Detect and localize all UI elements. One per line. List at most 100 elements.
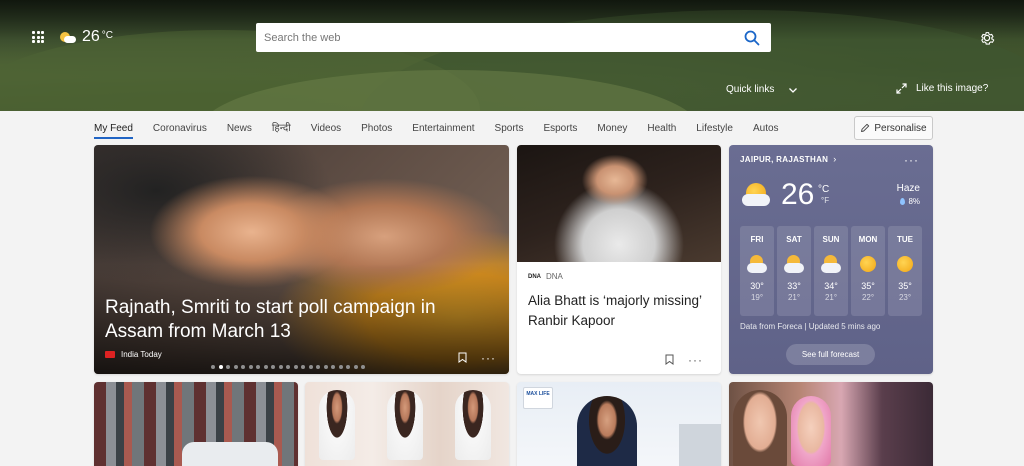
news-card-image <box>517 145 721 262</box>
hero-news-title[interactable]: Rajnath, Smriti to start poll campaign i… <box>105 296 485 344</box>
more-options-icon[interactable]: ··· <box>481 352 496 364</box>
news-card-image <box>733 390 787 466</box>
publisher-logo-icon: DNA <box>528 273 541 280</box>
temperature-units[interactable]: °C °F <box>818 184 829 206</box>
search-input[interactable] <box>264 31 743 44</box>
more-options-icon[interactable]: ··· <box>904 153 919 167</box>
tab-news[interactable]: News <box>227 117 252 141</box>
publisher-logo-icon: MAX LIFE <box>523 387 553 409</box>
carousel-dot[interactable] <box>256 365 260 369</box>
forecast-day[interactable]: SUN 34° 21° <box>814 226 848 316</box>
feed-navigation: My Feed Coronavirus News हिन्दी Videos P… <box>94 117 799 141</box>
pencil-icon <box>861 123 870 132</box>
header-temperature-unit: °C <box>101 30 114 41</box>
carousel-dot[interactable] <box>323 365 328 369</box>
news-card-scrapyard[interactable] <box>94 382 298 466</box>
search-icon[interactable] <box>743 29 761 47</box>
news-card-source-name: DNA <box>546 272 563 281</box>
partly-cloudy-icon <box>742 183 772 207</box>
unit-celsius[interactable]: °C <box>818 184 829 195</box>
news-card-title[interactable]: Alia Bhatt is ‘majorly missing’ Ranbir K… <box>528 291 718 331</box>
news-card-image <box>319 390 355 460</box>
forecast-day-name: SUN <box>822 235 840 244</box>
news-card-video[interactable]: MAX LIFE <box>517 382 721 466</box>
carousel-dot[interactable] <box>361 365 365 369</box>
carousel-dot[interactable] <box>308 365 313 369</box>
carousel-dot[interactable] <box>293 365 298 369</box>
publisher-logo-icon <box>105 351 115 358</box>
personalise-button[interactable]: Personalise <box>854 116 933 140</box>
tab-entertainment[interactable]: Entertainment <box>412 117 474 141</box>
tab-money[interactable]: Money <box>597 117 627 141</box>
tab-videos[interactable]: Videos <box>311 117 341 141</box>
carousel-dot[interactable] <box>286 365 290 369</box>
header-weather[interactable]: 26 °C <box>60 28 113 46</box>
news-card-family[interactable] <box>729 382 933 466</box>
hero-news-source: India Today <box>105 350 162 359</box>
weather-location-name: JAIPUR, RAJASTHAN <box>740 154 829 164</box>
tab-my-feed[interactable]: My Feed <box>94 117 133 141</box>
chevron-down-icon <box>789 87 798 93</box>
forecast-day[interactable]: SAT 33° 21° <box>777 226 811 316</box>
weather-location[interactable]: JAIPUR, RAJASTHAN › <box>740 154 837 164</box>
expand-icon <box>896 83 907 94</box>
carousel-dot[interactable] <box>346 365 350 369</box>
forecast-low: 21° <box>824 293 838 302</box>
tab-hindi[interactable]: हिन्दी <box>272 117 291 141</box>
carousel-dot[interactable] <box>233 365 238 369</box>
carousel-indicator[interactable] <box>211 365 365 369</box>
forecast-day[interactable]: TUE 35° 23° <box>888 226 922 316</box>
bookmark-icon[interactable] <box>665 354 674 365</box>
partly-cloudy-icon <box>784 254 804 274</box>
carousel-dot[interactable] <box>263 365 268 369</box>
forecast-high: 30° <box>750 281 764 291</box>
forecast-day[interactable]: MON 35° 22° <box>851 226 885 316</box>
news-card-gallery[interactable] <box>305 382 509 466</box>
carousel-dot[interactable] <box>278 365 283 369</box>
search-bar[interactable] <box>256 23 771 52</box>
news-card-image <box>577 396 637 466</box>
like-image-link[interactable]: Like this image? <box>896 83 988 94</box>
carousel-dot[interactable] <box>316 365 320 369</box>
hero-news-card[interactable]: Rajnath, Smriti to start poll campaign i… <box>94 145 509 374</box>
news-card[interactable]: DNA DNA Alia Bhatt is ‘majorly missing’ … <box>517 145 721 374</box>
tab-photos[interactable]: Photos <box>361 117 392 141</box>
tab-sports[interactable]: Sports <box>495 117 524 141</box>
carousel-dot[interactable] <box>271 365 275 369</box>
carousel-dot[interactable] <box>353 365 358 369</box>
carousel-dot[interactable] <box>211 365 215 369</box>
tab-lifestyle[interactable]: Lifestyle <box>696 117 733 141</box>
humidity-value: 8% <box>908 197 920 206</box>
tab-health[interactable]: Health <box>647 117 676 141</box>
personalise-label: Personalise <box>874 122 927 134</box>
tab-esports[interactable]: Esports <box>543 117 577 141</box>
app-launcher-icon[interactable] <box>32 31 44 43</box>
weather-humidity: 8% <box>900 197 920 206</box>
news-card-image <box>182 442 278 466</box>
quick-links-toggle[interactable]: Quick links <box>726 84 798 95</box>
forecast-high: 34° <box>824 281 838 291</box>
more-options-icon[interactable]: ··· <box>688 354 703 366</box>
tab-coronavirus[interactable]: Coronavirus <box>153 117 207 141</box>
see-full-forecast-button[interactable]: See full forecast <box>786 344 875 365</box>
chevron-right-icon: › <box>833 154 837 164</box>
partly-cloudy-icon <box>821 254 841 274</box>
news-card-source: DNA DNA <box>528 272 563 281</box>
unit-fahrenheit[interactable]: °F <box>821 195 829 206</box>
forecast-day-name: TUE <box>897 235 913 244</box>
carousel-dot[interactable] <box>248 365 253 369</box>
partly-cloudy-icon <box>747 254 767 274</box>
header-background-image <box>0 0 1024 111</box>
tab-autos[interactable]: Autos <box>753 117 779 141</box>
carousel-dot[interactable] <box>218 365 223 369</box>
forecast-low: 19° <box>750 293 764 302</box>
carousel-dot[interactable] <box>241 365 245 369</box>
gear-icon[interactable] <box>978 29 996 47</box>
carousel-dot[interactable] <box>301 365 305 369</box>
bookmark-icon[interactable] <box>458 352 467 363</box>
weather-card[interactable]: JAIPUR, RAJASTHAN › ··· 26 °C °F Haze 8%… <box>729 145 933 374</box>
carousel-dot[interactable] <box>338 365 343 369</box>
carousel-dot[interactable] <box>331 365 335 369</box>
forecast-day[interactable]: FRI 30° 19° <box>740 226 774 316</box>
carousel-dot[interactable] <box>226 365 230 369</box>
